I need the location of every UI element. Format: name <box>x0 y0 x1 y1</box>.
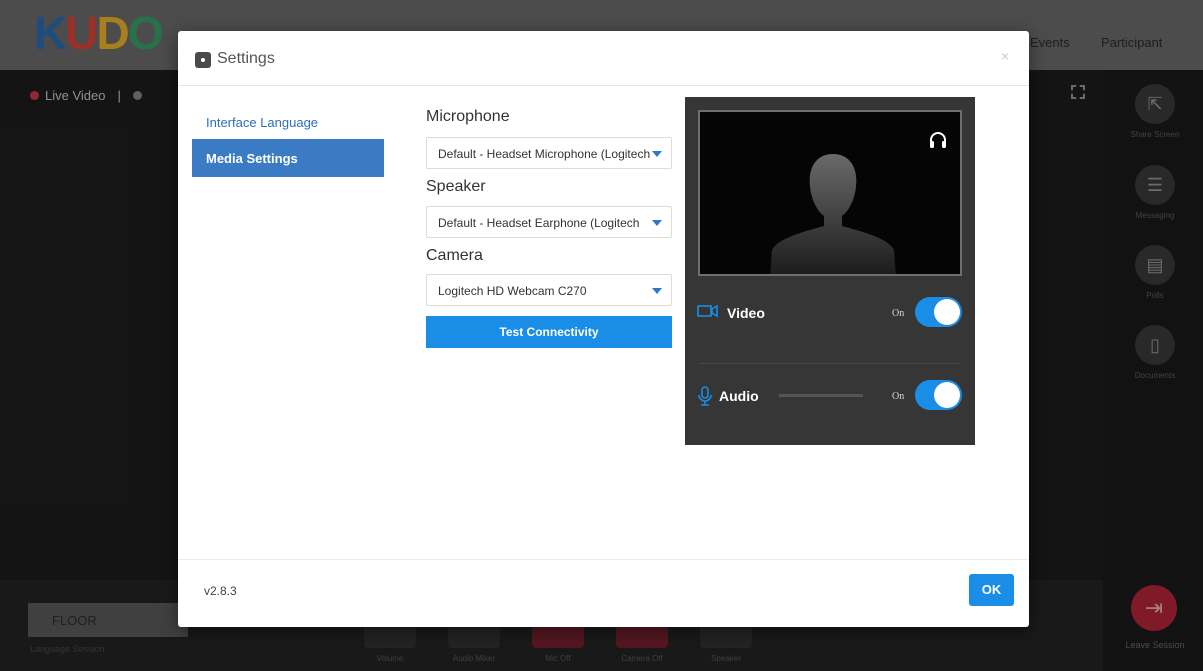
version-label: v2.8.3 <box>204 584 237 598</box>
gear-icon <box>195 52 211 68</box>
dialog-title: Settings <box>217 50 275 67</box>
audio-state: On <box>892 391 905 402</box>
video-camera-icon <box>697 304 718 318</box>
chevron-down-icon <box>652 220 662 226</box>
speaker-select[interactable]: Default - Headset Earphone (Logitech <box>426 206 672 238</box>
camera-select[interactable]: Logitech HD Webcam C270 <box>426 274 672 306</box>
nav-media-settings[interactable]: Media Settings <box>192 139 384 177</box>
chevron-down-icon <box>652 288 662 294</box>
video-toggle[interactable] <box>915 297 962 327</box>
speaker-value: Default - Headset Earphone (Logitech <box>438 216 640 230</box>
ok-button[interactable]: OK <box>969 574 1014 606</box>
divider <box>699 363 961 364</box>
camera-value: Logitech HD Webcam C270 <box>438 284 587 298</box>
close-icon[interactable]: × <box>1001 48 1009 64</box>
footer-divider <box>178 559 1029 560</box>
audio-toggle[interactable] <box>915 380 962 410</box>
microphone-select[interactable]: Default - Headset Microphone (Logitech <box>426 137 672 169</box>
audio-row: Audio On <box>695 376 965 416</box>
chevron-down-icon <box>652 151 662 157</box>
test-connectivity-button[interactable]: Test Connectivity <box>426 316 672 348</box>
nav-interface-language[interactable]: Interface Language <box>192 103 384 141</box>
settings-dialog: Settings × Interface Language Media Sett… <box>178 31 1029 627</box>
audio-label: Audio <box>719 388 759 404</box>
video-row: Video On <box>695 293 965 333</box>
avatar-silhouette-icon <box>770 154 896 274</box>
microphone-label: Microphone <box>426 108 510 125</box>
video-state: On <box>892 308 905 319</box>
dialog-header: Settings × <box>178 31 1029 86</box>
microphone-icon <box>698 386 712 406</box>
audio-level-meter <box>779 394 863 397</box>
video-label: Video <box>727 305 765 321</box>
camera-label: Camera <box>426 247 483 264</box>
camera-preview <box>698 110 962 276</box>
speaker-label: Speaker <box>426 178 486 195</box>
media-preview-panel: Video On Audio On <box>685 97 975 445</box>
headset-icon <box>930 132 946 148</box>
microphone-value: Default - Headset Microphone (Logitech <box>438 147 651 161</box>
